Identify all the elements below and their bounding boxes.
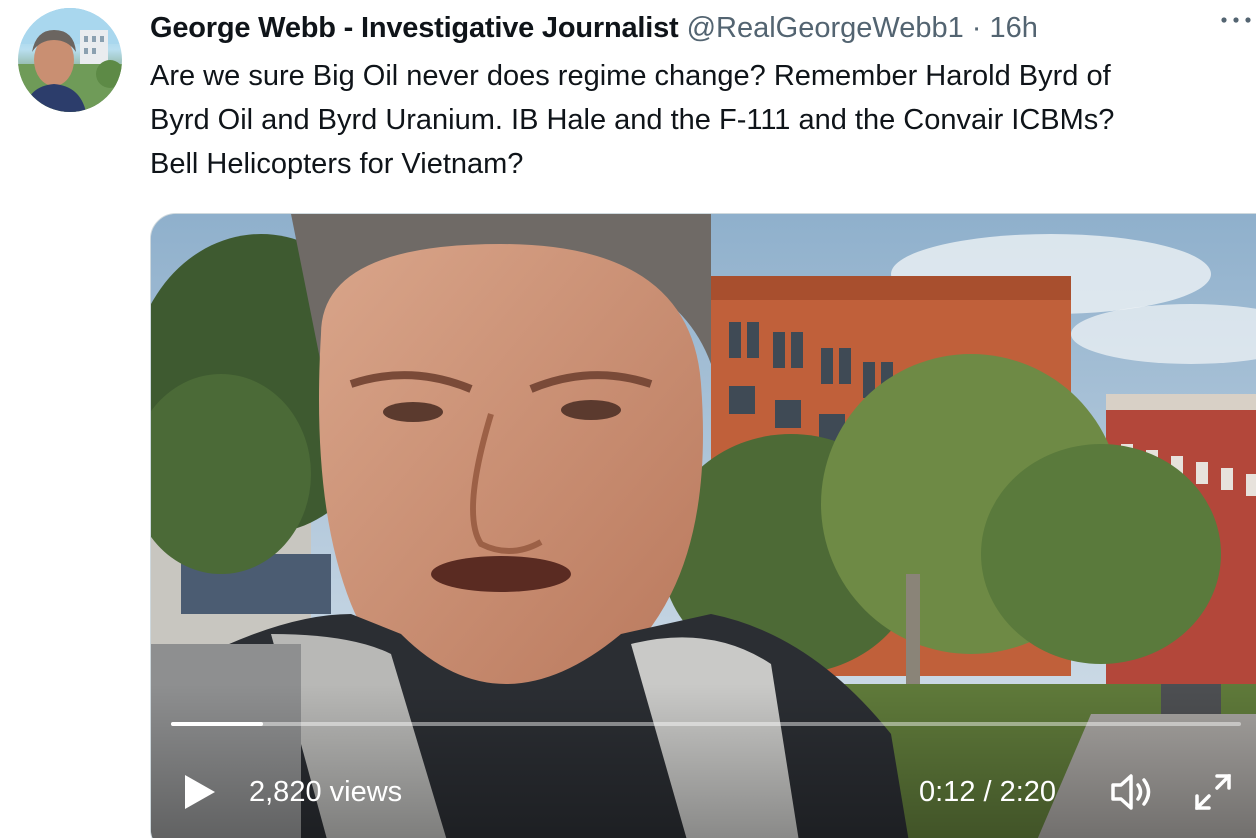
progress-fill bbox=[171, 722, 263, 726]
tweet-timestamp[interactable]: 16h bbox=[990, 12, 1038, 44]
display-name[interactable]: George Webb - Investigative Journalist bbox=[150, 12, 679, 44]
header-separator: · bbox=[971, 12, 982, 44]
volume-icon[interactable] bbox=[1109, 770, 1157, 814]
avatar[interactable] bbox=[18, 8, 122, 112]
play-icon[interactable] bbox=[179, 772, 219, 812]
view-count: 2,820 views bbox=[249, 776, 403, 808]
tweet: George Webb - Investigative Journalist @… bbox=[0, 0, 1256, 838]
fullscreen-icon[interactable] bbox=[1191, 770, 1235, 814]
tweet-header: George Webb - Investigative Journalist @… bbox=[150, 8, 1256, 48]
controls-overlay bbox=[151, 684, 1256, 838]
video-player[interactable]: 2,820 views 0:12 / 2:20 bbox=[150, 213, 1256, 838]
tweet-text: Are we sure Big Oil never does regime ch… bbox=[150, 60, 1115, 180]
progress-bar[interactable] bbox=[171, 722, 1241, 726]
user-handle[interactable]: @RealGeorgeWebb1 bbox=[687, 12, 964, 44]
video-time: 0:12 / 2:20 bbox=[919, 776, 1057, 808]
more-horizontal-icon[interactable] bbox=[1216, 10, 1256, 40]
